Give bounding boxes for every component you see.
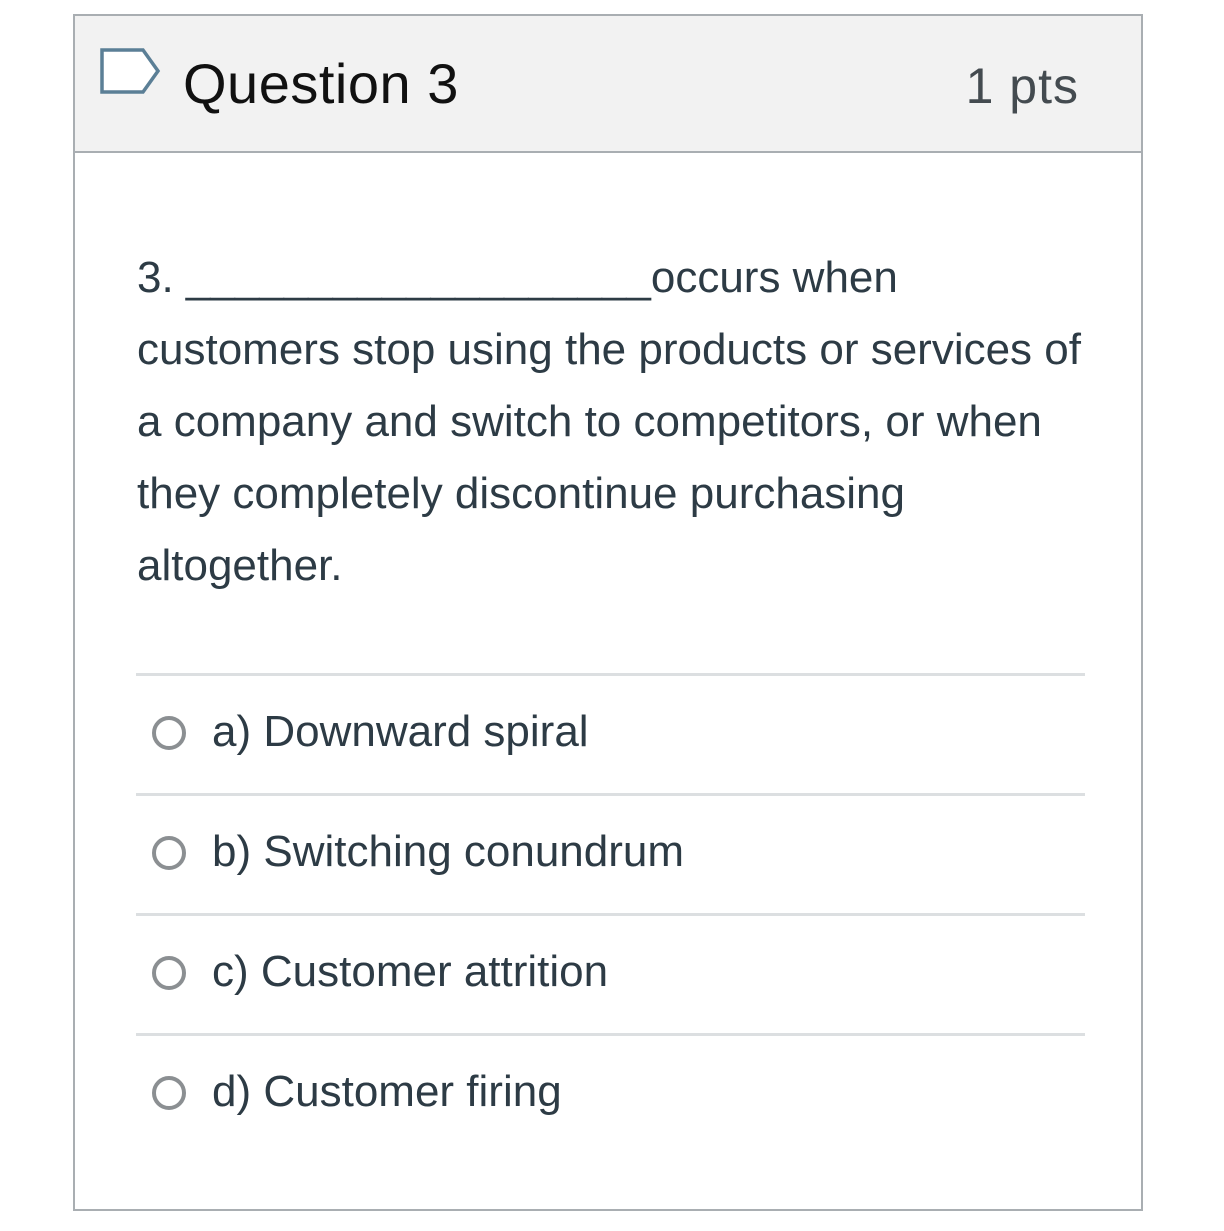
answer-option-d[interactable]: d) Customer firing <box>136 1033 1085 1153</box>
flag-question-icon[interactable] <box>99 47 163 95</box>
question-points: 1 pts <box>965 58 1079 114</box>
question-title: Question 3 <box>183 52 459 115</box>
question-header: Question 3 1 pts <box>75 16 1141 153</box>
radio-button-icon[interactable] <box>152 836 186 870</box>
radio-button-icon[interactable] <box>152 956 186 990</box>
question-card: Question 3 1 pts 3. ___________________o… <box>73 14 1143 1211</box>
answer-list: a) Downward spiral b) Switching conundru… <box>136 673 1085 1153</box>
answer-label: b) Switching conundrum <box>212 827 685 876</box>
answer-option-c[interactable]: c) Customer attrition <box>136 913 1085 1033</box>
answer-option-a[interactable]: a) Downward spiral <box>136 673 1085 793</box>
radio-button-icon[interactable] <box>152 1076 186 1110</box>
question-text: 3. ___________________occurs when custom… <box>137 253 1081 590</box>
answer-label: c) Customer attrition <box>212 947 609 996</box>
radio-button-icon[interactable] <box>152 716 186 750</box>
answer-label: a) Downward spiral <box>212 707 589 756</box>
answer-label: d) Customer firing <box>212 1067 562 1116</box>
answer-option-b[interactable]: b) Switching conundrum <box>136 793 1085 913</box>
